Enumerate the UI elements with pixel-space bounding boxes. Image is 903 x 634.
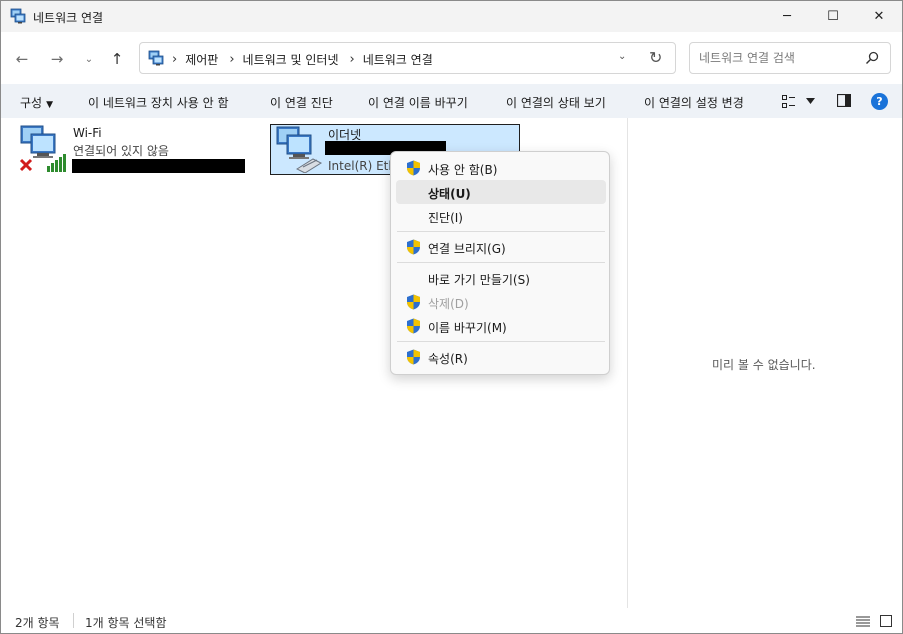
menu-item-properties[interactable]: 속성(R) (396, 345, 606, 369)
menu-item-create-shortcut[interactable]: 바로 가기 만들기(S) (396, 266, 606, 290)
disable-device-button[interactable]: 이 네트워크 장치 사용 안 함 (88, 94, 229, 111)
menu-item-label: 바로 가기 만들기(S) (428, 273, 530, 287)
arrow-left-icon: ← (15, 50, 29, 68)
menu-item-label: 연결 브리지(G) (428, 242, 506, 256)
shield-icon (407, 349, 420, 365)
network-cable-icon (295, 158, 323, 173)
maximize-button[interactable]: ☐ (810, 1, 856, 32)
command-bar: 구성 ▼ 이 네트워크 장치 사용 안 함 이 연결 진단 이 연결 이름 바꾸기… (1, 84, 902, 118)
recent-locations-button[interactable]: ⌄ (78, 48, 100, 70)
menu-separator (397, 231, 605, 232)
view-options-caret-icon[interactable] (806, 98, 815, 104)
breadcrumb-network-internet[interactable]: 네트워크 및 인터넷 (243, 51, 339, 68)
menu-item-bridge[interactable]: 연결 브리지(G) (396, 235, 606, 259)
connection-status: 연결되어 있지 않음 (73, 144, 169, 158)
ethernet-adapter-icon (276, 126, 323, 173)
shield-icon (407, 239, 420, 255)
redacted-adapter-name (72, 159, 245, 173)
breadcrumb-control-panel[interactable]: 제어판 (185, 51, 218, 68)
menu-separator (397, 341, 605, 342)
change-view-icon[interactable] (782, 95, 796, 108)
arrow-up-icon: ↑ (110, 50, 124, 68)
refresh-icon[interactable]: ↻ (649, 48, 662, 67)
menu-item-label: 삭제(D) (428, 297, 469, 311)
context-menu: 사용 안 함(B) 상태(U) 진단(I) 연결 브리지(G) 바로 가기 만들… (390, 151, 610, 375)
window-title: 네트워크 연결 (33, 11, 104, 25)
connection-wifi[interactable]: Wi-Fi 연결되어 있지 않음 (15, 124, 255, 176)
connection-name: Wi-Fi (73, 126, 102, 140)
help-icon[interactable]: ? (871, 93, 888, 110)
preview-pane-icon[interactable] (837, 94, 851, 107)
menu-separator (397, 262, 605, 263)
item-count: 2개 항목 (15, 616, 60, 630)
menu-item-label: 사용 안 함(B) (428, 163, 498, 177)
status-divider (73, 613, 74, 628)
minimize-button[interactable]: ─ (764, 1, 810, 32)
back-button[interactable]: ← (11, 48, 33, 70)
minimize-icon: ─ (783, 9, 791, 24)
menu-item-label: 진단(I) (428, 211, 463, 225)
details-view-icon[interactable] (856, 616, 870, 627)
rename-button[interactable]: 이 연결 이름 바꾸기 (368, 94, 468, 111)
organize-button[interactable]: 구성 ▼ (20, 94, 53, 111)
breadcrumb: › 제어판 › 네트워크 및 인터넷 › 네트워크 연결 (170, 51, 442, 68)
forward-button[interactable]: → (46, 48, 68, 70)
shield-icon (407, 294, 420, 310)
breadcrumb-separator-icon[interactable]: › (172, 52, 177, 67)
breadcrumb-network-connections[interactable]: 네트워크 연결 (363, 51, 433, 68)
organize-label: 구성 (20, 96, 43, 110)
arrow-right-icon: → (50, 50, 64, 68)
breadcrumb-separator-icon[interactable]: › (229, 52, 234, 67)
wifi-adapter-icon (19, 125, 66, 172)
menu-item-label: 상태(U) (428, 187, 471, 201)
chevron-down-icon: ⌄ (84, 53, 94, 65)
address-bar[interactable]: › 제어판 › 네트워크 및 인터넷 › 네트워크 연결 ⌄ ↻ (139, 42, 676, 74)
disconnected-x-icon (19, 158, 33, 172)
shield-icon (407, 160, 420, 176)
preview-pane: 미리 볼 수 없습니다. (627, 118, 902, 608)
menu-item-rename[interactable]: 이름 바꾸기(M) (396, 314, 606, 338)
title-bar: 네트워크 연결 ─ ☐ ✕ (1, 1, 902, 32)
selected-count: 1개 항목 선택함 (85, 616, 167, 630)
menu-item-delete: 삭제(D) (396, 290, 606, 314)
up-button[interactable]: ↑ (106, 48, 128, 70)
menu-item-diagnose[interactable]: 진단(I) (396, 204, 606, 228)
search-input[interactable] (699, 49, 859, 67)
caret-down-icon: ▼ (46, 100, 54, 110)
menu-item-status[interactable]: 상태(U) (396, 180, 606, 204)
shield-icon (407, 318, 420, 334)
search-icon[interactable] (864, 50, 880, 66)
network-connections-app-icon (10, 8, 26, 24)
diagnose-button[interactable]: 이 연결 진단 (270, 94, 333, 111)
control-panel-icon (148, 50, 164, 66)
network-connections-window: 네트워크 연결 ─ ☐ ✕ ← → ⌄ ↑ › 제어판 › 네트워크 및 인터넷… (0, 0, 903, 634)
preview-message: 미리 볼 수 없습니다. (712, 358, 816, 372)
address-dropdown-icon[interactable]: ⌄ (618, 51, 626, 62)
menu-item-label: 이름 바꾸기(M) (428, 321, 507, 335)
large-icons-view-icon[interactable] (880, 615, 892, 627)
maximize-icon: ☐ (827, 9, 839, 24)
navigation-bar: ← → ⌄ ↑ › 제어판 › 네트워크 및 인터넷 › 네트워크 연결 ⌄ ↻ (1, 32, 902, 84)
menu-item-disable[interactable]: 사용 안 함(B) (396, 156, 606, 180)
menu-item-label: 속성(R) (428, 352, 468, 366)
close-icon: ✕ (873, 9, 885, 24)
breadcrumb-separator-icon[interactable]: › (349, 52, 354, 67)
search-box[interactable] (689, 42, 891, 74)
change-settings-button[interactable]: 이 연결의 설정 변경 (644, 94, 744, 111)
close-button[interactable]: ✕ (856, 1, 902, 32)
view-status-button[interactable]: 이 연결의 상태 보기 (506, 94, 606, 111)
status-bar: 2개 항목 1개 항목 선택함 (1, 608, 902, 633)
